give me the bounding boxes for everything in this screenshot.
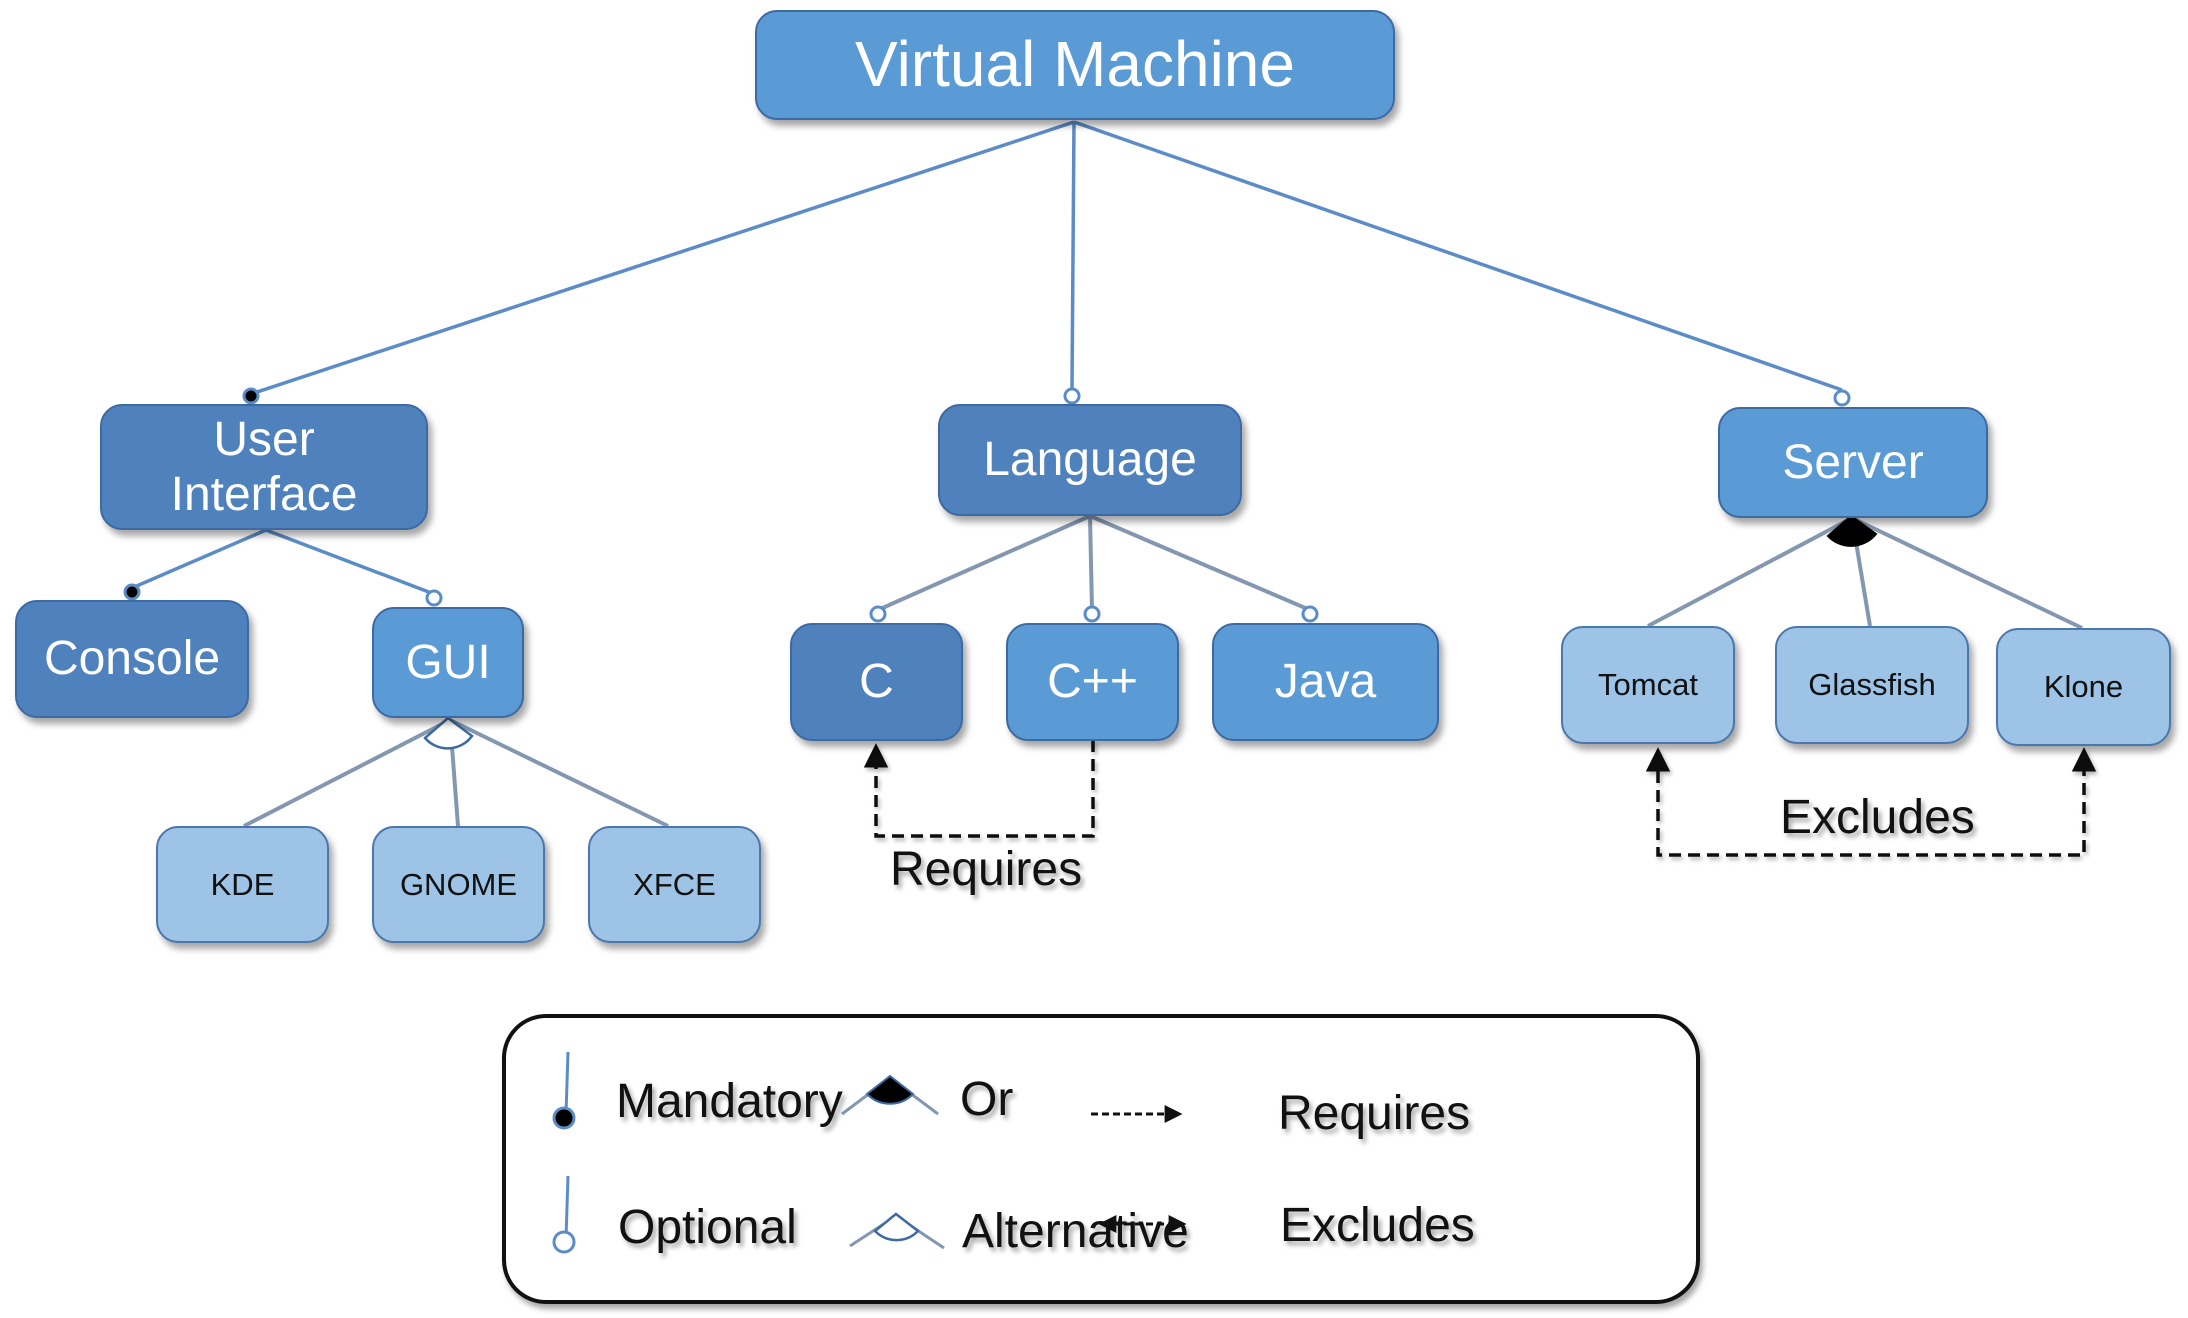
edge-language-c <box>877 514 1091 612</box>
node-console[interactable]: Console <box>15 600 249 718</box>
legend-label-excludes: Excludes <box>1280 1199 1475 1252</box>
mandatory-marker-ui <box>242 387 260 405</box>
optional-marker-language <box>1063 387 1081 405</box>
mandatory-icon <box>552 1051 576 1130</box>
legend: Mandatory Or Requires Optional Alternati… <box>502 1014 1700 1304</box>
optional-marker-gui <box>425 589 443 607</box>
node-server[interactable]: Server <box>1718 407 1988 518</box>
optional-marker-java <box>1301 605 1319 623</box>
edge-server-tomcat <box>1647 516 1853 628</box>
edge-vm-language <box>1070 121 1076 389</box>
node-user-interface[interactable]: User Interface <box>100 404 428 530</box>
optional-icon <box>552 1175 576 1254</box>
node-gnome[interactable]: GNOME <box>372 826 545 943</box>
optional-marker-server <box>1833 389 1851 407</box>
legend-label-optional: Optional <box>618 1201 797 1254</box>
node-kde[interactable]: KDE <box>156 826 329 943</box>
edge-vm-ui <box>250 120 1075 396</box>
or-icon <box>841 1074 939 1116</box>
node-xfce[interactable]: XFCE <box>588 826 761 943</box>
mandatory-marker-console <box>123 583 141 601</box>
edge-language-cpp <box>1088 515 1094 611</box>
edge-language-java <box>1089 514 1311 612</box>
optional-marker-cpp <box>1083 605 1101 623</box>
edge-gui-kde <box>243 718 451 828</box>
edge-server-klone <box>1851 516 2083 630</box>
node-java[interactable]: Java <box>1212 623 1439 741</box>
legend-label-or: Or <box>960 1073 1014 1126</box>
edge-ui-console <box>131 528 267 590</box>
legend-symbols <box>552 1051 1187 1254</box>
edge-ui-gui <box>265 528 435 596</box>
optional-marker-c <box>869 605 887 623</box>
node-glassfish[interactable]: Glassfish <box>1775 626 1969 744</box>
requires-constraint-line <box>863 740 1095 838</box>
node-tomcat[interactable]: Tomcat <box>1561 626 1735 744</box>
edge-gui-xfce <box>449 718 669 828</box>
node-gui[interactable]: GUI <box>372 607 524 718</box>
requires-constraint-label: Requires <box>890 843 1083 896</box>
node-language[interactable]: Language <box>938 404 1242 516</box>
excludes-constraint-label: Excludes <box>1780 791 1975 844</box>
node-c[interactable]: C <box>790 623 963 741</box>
node-cpp[interactable]: C++ <box>1006 623 1179 741</box>
or-group-arc <box>1826 514 1878 547</box>
legend-label-alternative: Alternative <box>962 1205 1189 1258</box>
alternative-group-arc <box>423 716 474 750</box>
edge-vm-server <box>1073 120 1843 392</box>
node-virtual-machine[interactable]: Virtual Machine <box>755 10 1395 120</box>
node-klone[interactable]: Klone <box>1996 628 2171 746</box>
legend-label-requires: Requires <box>1278 1087 1471 1140</box>
legend-label-mandatory: Mandatory <box>616 1075 843 1128</box>
alternative-icon <box>849 1212 945 1250</box>
node-user-interface-label: User Interface <box>170 412 358 521</box>
